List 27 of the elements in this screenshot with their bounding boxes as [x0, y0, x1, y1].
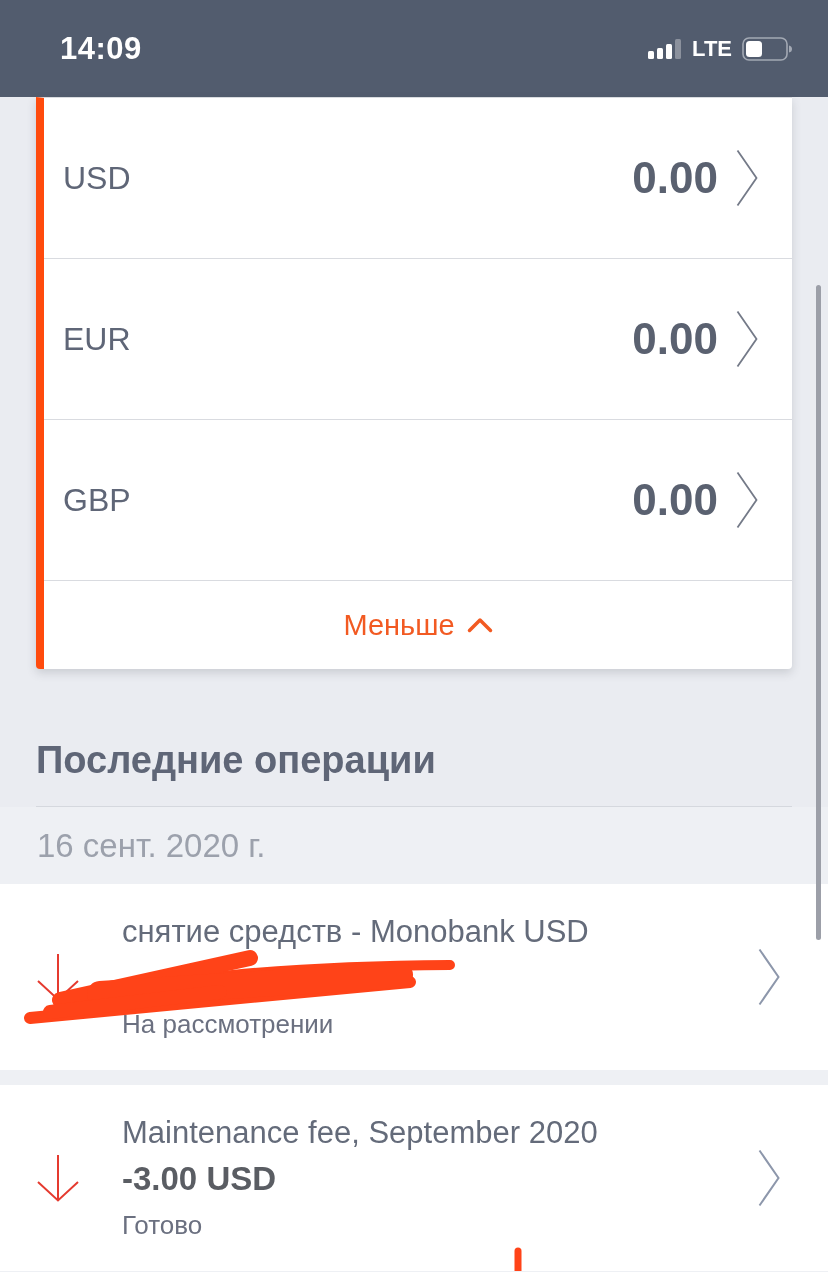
balance-amount: 0.00	[632, 153, 718, 203]
currency-label: EUR	[63, 320, 132, 358]
chevron-right-icon[interactable]	[736, 149, 758, 207]
scribble-stroke	[514, 1247, 522, 1271]
balance-amount: 0.00	[632, 475, 718, 525]
chevron-right-icon[interactable]	[758, 948, 780, 1006]
signal-icon	[648, 38, 683, 59]
chevron-right-icon[interactable]	[736, 310, 758, 368]
balance-amount: 0.00	[632, 314, 718, 364]
transaction-title: снятие средств - Monobank USD	[122, 913, 590, 950]
battery-icon	[742, 36, 792, 61]
chevron-right-icon[interactable]	[736, 471, 758, 529]
transaction-card[interactable]: снятие средств - Monobank USD На рассмотрении	[0, 884, 828, 1070]
transaction-status: Готово	[122, 1208, 204, 1242]
less-button[interactable]: Меньше	[343, 608, 493, 642]
transaction-amount: -3.00 USD	[122, 1158, 278, 1199]
caret-icon	[466, 617, 493, 633]
transaction-status: На рассмотрении	[122, 1007, 335, 1041]
network-label: LTE	[692, 35, 732, 62]
currency-label: GBP	[63, 481, 132, 519]
transaction-title: Maintenance fee, September 2020	[122, 1114, 599, 1151]
chevron-right-icon[interactable]	[758, 1149, 780, 1207]
status-time: 14:09	[60, 30, 142, 67]
date-header: 16 сент. 2020 г.	[36, 826, 267, 866]
section-heading: Последние операции	[36, 738, 437, 783]
transaction-card[interactable]: Maintenance fee, September 2020 -3.00 USD Готово	[0, 1085, 828, 1271]
currency-label: USD	[63, 159, 132, 197]
